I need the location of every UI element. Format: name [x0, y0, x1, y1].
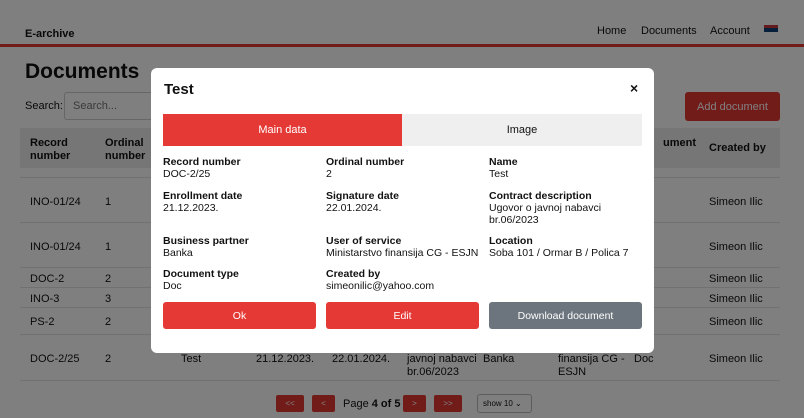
- field-document-type: Document type Doc: [163, 268, 239, 292]
- field-value: 22.01.2024.: [326, 202, 382, 214]
- field-created-by: Created by simeonilic@yahoo.com: [326, 268, 434, 292]
- field-location: Location Soba 101 / Ormar B / Polica 7: [489, 235, 628, 259]
- field-value: DOC-2/25: [163, 168, 211, 180]
- field-value: 21.12.2023.: [163, 202, 219, 214]
- field-record-number: Record number DOC-2/25: [163, 156, 241, 180]
- field-label: Record number: [163, 156, 241, 168]
- field-label: Created by: [326, 268, 381, 280]
- field-label: Signature date: [326, 190, 399, 202]
- edit-button[interactable]: Edit: [326, 302, 479, 329]
- close-icon[interactable]: ×: [630, 80, 638, 96]
- field-user-of-service: User of service Ministarstvo finansija C…: [326, 235, 478, 259]
- field-label: Ordinal number: [326, 156, 405, 168]
- field-label: Enrollment date: [163, 190, 243, 202]
- download-document-button[interactable]: Download document: [489, 302, 642, 329]
- field-label: Business partner: [163, 235, 249, 247]
- document-details-modal: Test × Main data Image Record number DOC…: [151, 68, 654, 353]
- field-value: br.06/2023: [489, 214, 539, 226]
- tab-image[interactable]: Image: [402, 114, 642, 146]
- field-label: Contract description: [489, 190, 592, 202]
- field-label: Location: [489, 235, 533, 247]
- field-label: Document type: [163, 268, 239, 280]
- field-value: Ministarstvo finansija CG - ESJN: [326, 247, 479, 259]
- field-name: Name Test: [489, 156, 518, 180]
- tab-main-data[interactable]: Main data: [163, 114, 402, 146]
- field-value: simeonilic@yahoo.com: [326, 280, 435, 292]
- field-value: Soba 101 / Ormar B / Polica 7: [489, 247, 629, 259]
- field-value: Banka: [163, 247, 193, 259]
- field-ordinal-number: Ordinal number 2: [326, 156, 404, 180]
- field-label: User of service: [326, 235, 402, 247]
- field-value: Doc: [163, 280, 182, 292]
- field-label: Name: [489, 156, 518, 168]
- ok-button[interactable]: Ok: [163, 302, 316, 329]
- field-value: Ugovor o javnoj nabavci: [489, 202, 602, 214]
- field-value: Test: [489, 168, 509, 180]
- field-enrollment-date: Enrollment date 21.12.2023.: [163, 190, 242, 214]
- modal-title: Test: [164, 81, 194, 98]
- field-contract-description: Contract description Ugovor o javnoj nab…: [489, 190, 601, 226]
- field-value: 2: [326, 168, 332, 180]
- field-business-partner: Business partner Banka: [163, 235, 249, 259]
- field-signature-date: Signature date 22.01.2024.: [326, 190, 399, 214]
